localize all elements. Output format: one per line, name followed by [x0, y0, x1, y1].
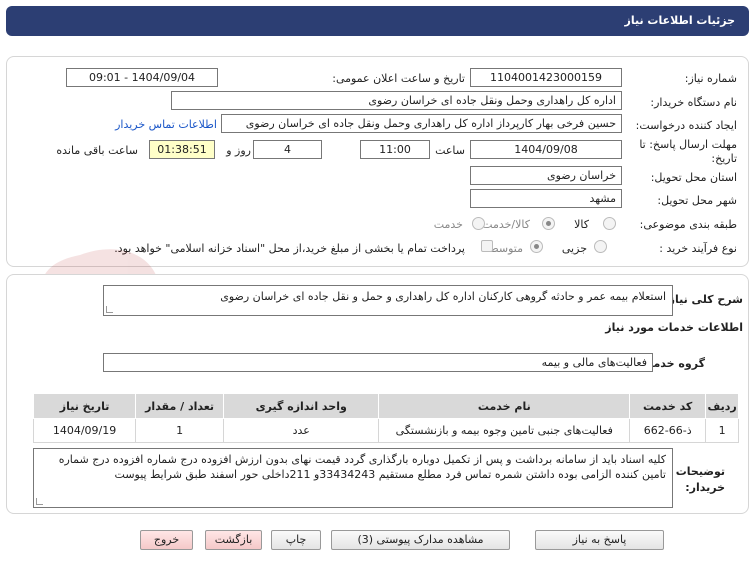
category-radio-goods-service[interactable] — [542, 217, 555, 230]
process-radio-medium[interactable] — [530, 240, 543, 253]
treasury-checkbox[interactable] — [481, 240, 493, 252]
col-unit: واحد اندازه گیری — [223, 393, 380, 419]
announce-field: 1404/09/04 - 09:01 — [66, 68, 218, 87]
province-field: خراسان رضوی — [470, 166, 622, 185]
cell-qty: 1 — [135, 418, 225, 443]
col-date: تاریخ نیاز — [32, 393, 137, 419]
col-name: نام خدمت — [378, 393, 631, 419]
deadline-time-label: ساعت — [435, 144, 465, 157]
deadline-date-field: 1404/09/08 — [470, 140, 622, 159]
buyer-notes-label: توضیحات — [675, 465, 725, 478]
cell-name: فعالیت‌های جنبی تامین وجوه بیمه و بازنشس… — [378, 418, 631, 443]
reply-button[interactable]: پاسخ به نیاز — [535, 530, 664, 550]
services-heading: اطلاعات خدمات مورد نیاز — [605, 321, 743, 334]
category-option-service: خدمت — [433, 218, 463, 231]
page-header: جزئیات اطلاعات نیاز — [6, 6, 749, 36]
creator-label: ایجاد کننده درخواست: — [635, 119, 737, 132]
cell-date: 1404/09/19 — [32, 418, 137, 443]
print-button[interactable]: چاپ — [271, 530, 321, 550]
table-header-row: ردیف کد خدمت نام خدمت واحد اندازه گیری ت… — [32, 393, 739, 419]
category-label: طبقه بندی موضوعی: — [639, 218, 737, 231]
announce-label: تاریخ و ساعت اعلان عمومی: — [332, 72, 465, 85]
table-row: 1 ذ-66-662 فعالیت‌های جنبی تامین وجوه بی… — [32, 418, 739, 443]
col-row: ردیف — [705, 393, 739, 419]
page-title: جزئیات اطلاعات نیاز — [624, 14, 736, 27]
cell-code: ذ-66-662 — [629, 418, 707, 443]
exit-button[interactable]: خروج — [140, 530, 193, 550]
buyer-org-field: اداره کل راهداری وحمل ونقل جاده ای خراسا… — [171, 91, 622, 110]
attachments-button[interactable]: مشاهده مدارک پیوستی (3) — [331, 530, 510, 550]
days-label: روز و — [226, 144, 251, 157]
process-option-medium: متوسط — [488, 242, 523, 255]
process-option-minor: جزیی — [561, 242, 587, 255]
deadline-label: مهلت ارسال پاسخ: تا — [639, 138, 737, 151]
need-number-label: شماره نیاز: — [684, 72, 737, 85]
buyer-contact-link[interactable]: اطلاعات تماس خریدار — [115, 118, 217, 131]
resize-handle[interactable] — [106, 306, 113, 313]
province-label: استان محل تحویل: — [650, 171, 737, 184]
creator-field: حسین فرخی بهار کارپرداز اداره کل راهداری… — [221, 114, 622, 133]
col-code: کد خدمت — [629, 393, 707, 419]
buyer-notes-label-2: خریدار: — [685, 481, 725, 494]
category-radio-service[interactable] — [472, 217, 485, 230]
remaining-time-field: 01:38:51 — [149, 140, 215, 159]
payment-note: پرداخت تمام یا بخشی از مبلغ خرید،از محل … — [114, 242, 465, 255]
buyer-notes-field: کلیه اسناد باید از سامانه برداشت و پس از… — [33, 448, 673, 508]
buyer-org-label: نام دستگاه خریدار: — [650, 96, 737, 109]
need-number-field: 1104001423000159 — [470, 68, 622, 87]
city-label: شهر محل تحویل: — [657, 194, 737, 207]
summary-label: شرح کلی نیاز: — [664, 293, 743, 306]
cell-row: 1 — [705, 418, 739, 443]
summary-field: استعلام بیمه عمر و حادثه گروهی کارکنان ا… — [103, 285, 673, 316]
days-field: 4 — [253, 140, 322, 159]
category-option-goods-service: کالا/خدمت — [482, 218, 530, 231]
notes-resize-handle[interactable] — [36, 498, 43, 505]
process-label: نوع فرآیند خرید : — [659, 242, 737, 255]
buyer-notes-text: کلیه اسناد باید از سامانه برداشت و پس از… — [58, 453, 666, 481]
deadline-label-date: تاریخ: — [711, 152, 737, 165]
category-radio-goods[interactable] — [603, 217, 616, 230]
services-table: ردیف کد خدمت نام خدمت واحد اندازه گیری ت… — [32, 393, 739, 443]
process-radio-minor[interactable] — [594, 240, 607, 253]
cell-unit: عدد — [223, 418, 380, 443]
city-field: مشهد — [470, 189, 622, 208]
col-qty: تعداد / مقدار — [135, 393, 225, 419]
category-option-goods: کالا — [574, 218, 589, 231]
need-info-panel — [6, 56, 749, 267]
service-group-field: فعالیت‌های مالی و بیمه — [103, 353, 653, 372]
back-button[interactable]: بازگشت — [205, 530, 262, 550]
remaining-label: ساعت باقی مانده — [56, 144, 138, 157]
summary-text: استعلام بیمه عمر و حادثه گروهی کارکنان ا… — [220, 290, 666, 303]
deadline-time-field: 11:00 — [360, 140, 430, 159]
